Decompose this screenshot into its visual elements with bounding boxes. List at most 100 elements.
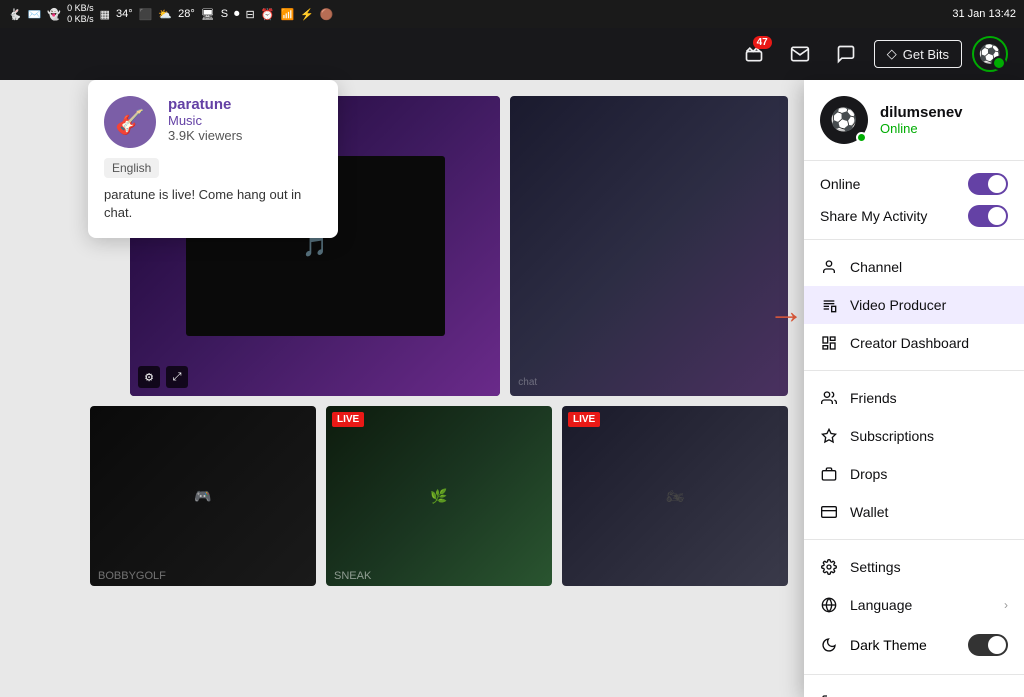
system-tray-icons: 🐇 ✉️ 👻 0 KB/s0 KB/s ▦ 34° ⬛ ⛅ 28° 🖥 S ⏺ … xyxy=(8,3,946,25)
bluetooth-icon: ⚡ xyxy=(300,8,314,21)
wallet-icon xyxy=(820,503,838,521)
language-icon xyxy=(820,596,838,614)
bar-icon: ⬛ xyxy=(139,8,153,21)
stream-popup-header: 🎸 paratune Music 3.9K viewers xyxy=(104,96,322,148)
creator-section: Channel Video Producer xyxy=(804,240,1024,371)
weather-temp: 28° xyxy=(178,8,195,20)
dark-theme-label-group: Dark Theme xyxy=(820,636,927,654)
diamond-icon: ◇ xyxy=(887,46,897,62)
dark-theme-row: Dark Theme xyxy=(804,624,1024,666)
rabbit-icon: 🐇 xyxy=(8,8,22,21)
menu-user-info: dilumsenev Online xyxy=(880,104,963,136)
game-name-2: SNEAK xyxy=(334,570,371,582)
online-dot xyxy=(856,132,867,143)
wifi-icon: 📶 xyxy=(280,8,294,21)
record-icon: ⏺ xyxy=(234,8,240,21)
get-bits-button[interactable]: ◇ Get Bits xyxy=(874,40,962,68)
wallet-label: Wallet xyxy=(850,504,888,520)
fullscreen-ctrl: ⤢ xyxy=(166,366,188,388)
stream-info: paratune Music 3.9K viewers xyxy=(168,96,322,143)
chat-button[interactable] xyxy=(828,36,864,72)
user-avatar-icon: 🟤 xyxy=(320,8,334,21)
logout-section: Log Out xyxy=(804,675,1024,697)
user-avatar-button[interactable]: ⚽ xyxy=(972,36,1008,72)
stream-description: paratune is live! Come hang out in chat. xyxy=(104,186,322,222)
thumbnail-bottom-2: 🌿 LIVE SNEAK xyxy=(326,406,552,586)
online-label: Online xyxy=(820,176,860,192)
s-icon: S xyxy=(221,8,228,20)
arrow-indicator: → xyxy=(768,290,804,332)
video-producer-icon xyxy=(820,296,838,314)
main-area: 🎸 paratune Music 3.9K viewers English pa… xyxy=(0,80,1024,697)
temp-icon: 34° xyxy=(116,8,133,20)
language-label: Language xyxy=(850,597,912,613)
streamer-avatar: 🎸 xyxy=(104,96,156,148)
notification-badge: 47 xyxy=(753,36,772,49)
streamer-category: Music xyxy=(168,113,322,128)
notification-button[interactable]: 47 xyxy=(736,36,772,72)
app-bar-right: 47 ◇ Get Bits ⚽ xyxy=(736,36,1008,72)
viewer-count: 3.9K viewers xyxy=(168,128,322,143)
online-toggle[interactable] xyxy=(968,173,1008,195)
creator-dashboard-menu-item[interactable]: Creator Dashboard xyxy=(804,324,1024,362)
streamer-name: paratune xyxy=(168,96,322,113)
settings-label: Settings xyxy=(850,559,901,575)
creator-dashboard-label: Creator Dashboard xyxy=(850,335,969,351)
toggle-section: Online Share My Activity xyxy=(804,161,1024,240)
ghost-icon: 👻 xyxy=(47,8,61,21)
alarm-icon: ⏰ xyxy=(261,8,275,21)
weather-icon: ⛅ xyxy=(158,8,172,21)
settings-ctrl: ⚙ xyxy=(138,366,160,388)
language-chevron: › xyxy=(1004,598,1008,612)
channel-menu-item[interactable]: Channel xyxy=(804,248,1024,286)
wallet-menu-item[interactable]: Wallet xyxy=(804,493,1024,531)
cpu-icon: ▦ xyxy=(100,8,110,21)
social-section: Friends Subscriptions Drops xyxy=(804,371,1024,540)
display-icon: 🖥 xyxy=(201,8,215,21)
dark-theme-label: Dark Theme xyxy=(850,637,927,653)
logout-icon xyxy=(820,693,838,697)
logout-menu-item[interactable]: Log Out xyxy=(804,683,1024,697)
online-toggle-row: Online xyxy=(820,173,1008,195)
dark-theme-toggle[interactable] xyxy=(968,634,1008,656)
share-activity-toggle[interactable] xyxy=(968,205,1008,227)
language-menu-item[interactable]: Language › xyxy=(804,586,1024,624)
equalizer-icon: ⊟ xyxy=(246,8,255,21)
stream-popup-card: 🎸 paratune Music 3.9K viewers English pa… xyxy=(88,80,338,238)
drops-icon xyxy=(820,465,838,483)
mail-icon: ✉️ xyxy=(28,8,42,21)
thumbnail-bottom-3: 🏍 LIVE xyxy=(562,406,788,586)
video-producer-label: Video Producer xyxy=(850,297,946,313)
menu-status: Online xyxy=(880,121,963,136)
live-badge-2: LIVE xyxy=(568,412,600,427)
share-activity-label: Share My Activity xyxy=(820,208,927,224)
dropdown-menu: ⚽ dilumsenev Online Online Share My Acti… xyxy=(804,80,1024,697)
creator-dashboard-icon xyxy=(820,334,838,352)
system-clock: 31 Jan 13:42 xyxy=(952,8,1016,20)
thumbnail-secondary: chat xyxy=(510,96,788,396)
channel-icon xyxy=(820,258,838,276)
settings-section: Settings Language › xyxy=(804,540,1024,675)
thumb-label: chat xyxy=(518,377,537,388)
app-bar: 47 ◇ Get Bits ⚽ xyxy=(0,28,1024,80)
live-badge-1: LIVE xyxy=(332,412,364,427)
settings-icon xyxy=(820,558,838,576)
settings-menu-item[interactable]: Settings xyxy=(804,548,1024,586)
share-activity-row: Share My Activity xyxy=(820,205,1008,227)
friends-icon xyxy=(820,389,838,407)
thumb-controls: ⚙ ⤢ xyxy=(138,366,188,388)
subscriptions-menu-item[interactable]: Subscriptions xyxy=(804,417,1024,455)
friends-label: Friends xyxy=(850,390,897,406)
subscriptions-icon xyxy=(820,427,838,445)
friends-menu-item[interactable]: Friends xyxy=(804,379,1024,417)
channel-label: Channel xyxy=(850,259,902,275)
menu-header: ⚽ dilumsenev Online xyxy=(804,80,1024,161)
drops-menu-item[interactable]: Drops xyxy=(804,455,1024,493)
thumbnail-row-bottom: 🎮 BOBBYGOLF 🌿 LIVE SNEAK 🏍 LIVE xyxy=(90,406,788,586)
menu-username: dilumsenev xyxy=(880,104,963,121)
drops-label: Drops xyxy=(850,466,887,482)
subscriptions-label: Subscriptions xyxy=(850,428,934,444)
stream-language-tag: English xyxy=(104,158,159,178)
video-producer-menu-item[interactable]: Video Producer xyxy=(804,286,1024,324)
message-button[interactable] xyxy=(782,36,818,72)
